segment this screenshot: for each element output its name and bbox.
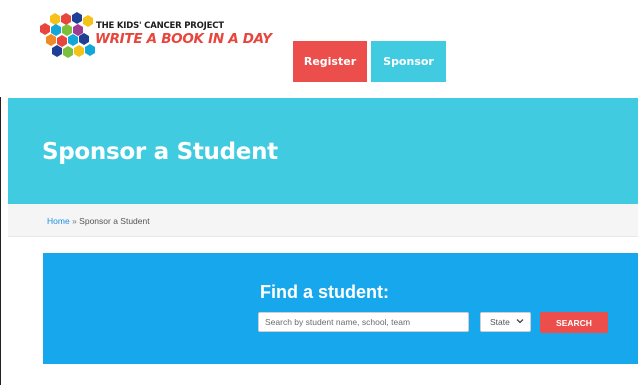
breadcrumb-home-link[interactable]: Home <box>47 216 70 226</box>
breadcrumb-separator: » <box>72 216 77 226</box>
student-search-input[interactable] <box>258 312 469 332</box>
state-select-value: State <box>490 317 510 327</box>
logo-tagline: WRITE A BOOK IN A DAY <box>95 31 272 47</box>
hexagon-logo-icon <box>40 12 95 58</box>
register-button[interactable]: Register <box>293 41 367 82</box>
sponsor-button[interactable]: Sponsor <box>371 41 446 82</box>
search-button[interactable]: SEARCH <box>540 312 608 333</box>
breadcrumb-current: Sponsor a Student <box>79 216 150 226</box>
state-select[interactable]: State <box>480 312 531 332</box>
find-student-heading: Find a student: <box>260 282 389 302</box>
chevron-down-icon <box>516 317 524 327</box>
site-logo[interactable]: THE KIDS' CANCER PROJECT WRITE A BOOK IN… <box>38 12 272 62</box>
site-header: THE KIDS' CANCER PROJECT WRITE A BOOK IN… <box>0 0 638 97</box>
page-title: Sponsor a Student <box>42 139 278 165</box>
page-hero-banner: Sponsor a Student <box>8 98 638 204</box>
breadcrumb: Home » Sponsor a Student <box>47 216 150 226</box>
find-student-panel: Find a student: State SEARCH <box>43 253 638 364</box>
logo-org-name: THE KIDS' CANCER PROJECT <box>96 21 224 31</box>
breadcrumb-bar: Home » Sponsor a Student <box>8 204 638 237</box>
